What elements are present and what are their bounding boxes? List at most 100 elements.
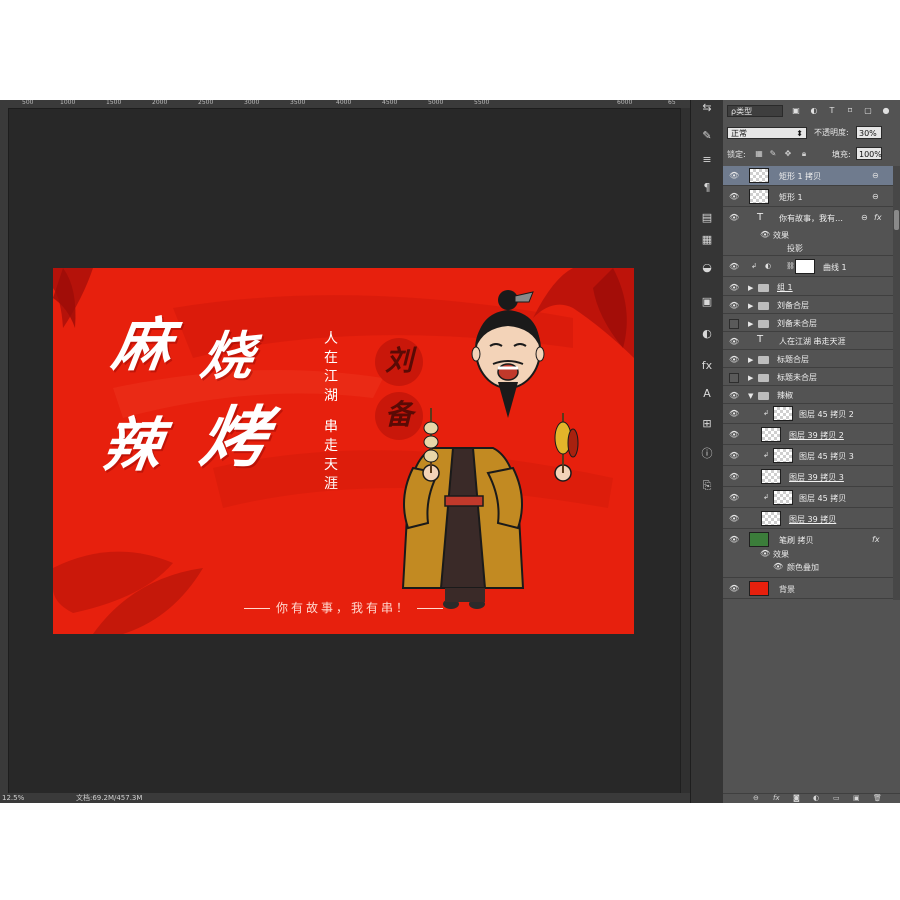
visibility-eye-icon[interactable]: 👁︎ [729, 409, 739, 419]
visibility-eye-icon[interactable]: 👁︎ [729, 535, 739, 545]
effects-eye-icon[interactable]: 👁︎ [760, 230, 770, 239]
layer-row[interactable]: 👁︎ 图层 39 拷贝 2 [723, 425, 893, 445]
color-icon[interactable]: ◒ [698, 260, 716, 276]
expand-arrow-icon[interactable]: ▶ [748, 356, 753, 364]
layer-row[interactable]: 👁︎ 图层 39 拷贝 [723, 509, 893, 529]
title-char-1: 麻 [108, 311, 176, 379]
layer-name: 笔刷 拷贝 [779, 536, 814, 545]
canvas-area[interactable]: 麻 烧 辣 烤 人在江湖 串走天涯 刘 备 你有故事，我有串！ [9, 109, 690, 793]
visibility-toggle[interactable] [729, 373, 739, 383]
visibility-eye-icon[interactable]: 👁︎ [729, 213, 739, 223]
visibility-eye-icon[interactable]: 👁︎ [729, 192, 739, 202]
link-icon[interactable]: ⊖ [753, 794, 759, 802]
navigator-icon[interactable]: ▣ [698, 294, 716, 310]
layer-row[interactable]: 👁︎ 矩形 1 ⊖ [723, 187, 893, 207]
visibility-eye-icon[interactable]: 👁︎ [729, 514, 739, 524]
visibility-eye-icon[interactable]: 👁︎ [729, 391, 739, 401]
lock-pixels-icon[interactable]: ✎ [768, 149, 778, 158]
history-icon[interactable]: ⇆ [698, 100, 716, 116]
visibility-toggle[interactable] [729, 319, 739, 329]
visibility-eye-icon[interactable]: 👁︎ [729, 493, 739, 503]
fx-icon[interactable]: fx [773, 794, 780, 802]
expand-arrow-icon[interactable]: ▶ [748, 302, 753, 310]
styles-icon[interactable]: fx [698, 358, 716, 374]
effects-eye-icon[interactable]: 👁︎ [760, 549, 770, 558]
layer-list[interactable]: 👁︎ 矩形 1 拷贝 ⊖ 👁︎ 矩形 1 ⊖ 👁︎ T 你有故事，我有… ⊖ f… [723, 166, 893, 600]
visibility-eye-icon[interactable]: 👁︎ [729, 171, 739, 181]
artwork-canvas[interactable]: 麻 烧 辣 烤 人在江湖 串走天涯 刘 备 你有故事，我有串！ [53, 268, 634, 634]
layer-row[interactable]: ▶ 刘备未合层 [723, 314, 893, 332]
lock-all-icon[interactable]: 🔒︎ [799, 149, 809, 159]
document-size[interactable]: 文档:69.2M/457.3M [76, 793, 142, 803]
visibility-eye-icon[interactable]: 👁︎ [729, 355, 739, 365]
new-layer-icon[interactable]: ▣ [853, 794, 860, 802]
character-icon[interactable]: ≡ [698, 152, 716, 168]
visibility-eye-icon[interactable]: 👁︎ [729, 451, 739, 461]
expand-arrow-icon[interactable]: ▶ [748, 284, 753, 292]
blend-mode-select[interactable]: 正常 ⬍ [727, 127, 807, 139]
filter-type-icon[interactable]: T [827, 106, 837, 116]
opacity-label: 不透明度: [814, 128, 849, 137]
transform-icon[interactable]: ⊞ [698, 416, 716, 432]
notes-icon[interactable]: ▤ [698, 210, 716, 226]
fx-icon: fx [872, 535, 880, 544]
layer-row[interactable]: 👁︎ ↲ 图层 45 拷贝 [723, 488, 893, 508]
layer-name: 图层 45 拷贝 3 [799, 452, 854, 461]
mask-icon[interactable]: ◙ [793, 794, 800, 802]
expand-arrow-icon[interactable]: ▶ [748, 320, 753, 328]
lock-transparency-icon[interactable]: ▦ [754, 149, 764, 158]
type-icon[interactable]: A [698, 386, 716, 402]
visibility-eye-icon[interactable]: 👁︎ [729, 301, 739, 311]
layer-row[interactable]: 👁︎ ▶ 刘备合层 [723, 296, 893, 314]
filter-smart-icon[interactable]: ▢ [863, 106, 873, 116]
layer-row[interactable]: 👁︎ ↲ ◐ ⛓ 曲线 1 [723, 257, 893, 277]
layer-row[interactable]: ▶ 标题未合层 [723, 368, 893, 386]
layers-scrollbar[interactable] [893, 166, 900, 600]
layer-row[interactable]: 👁︎ ↲ 图层 45 拷贝 3 [723, 446, 893, 466]
effects-eye-icon[interactable]: 👁︎ [773, 562, 783, 571]
adjustments-icon[interactable]: ◐ [698, 326, 716, 342]
layer-row[interactable]: 👁︎ 背景 [723, 579, 893, 599]
layer-filter-select[interactable]: ρ类型 [727, 105, 783, 117]
visibility-eye-icon[interactable]: 👁︎ [729, 283, 739, 293]
visibility-eye-icon[interactable]: 👁︎ [729, 472, 739, 482]
effect-color-overlay[interactable]: 颜色叠加 [787, 562, 819, 573]
filter-toggle-icon[interactable]: ● [881, 106, 891, 116]
fill-input[interactable]: 100% [856, 147, 882, 160]
layer-row[interactable]: 👁︎ ▶ 标题合层 [723, 350, 893, 368]
layer-row[interactable]: 👁︎ 图层 39 拷贝 3 [723, 467, 893, 487]
layer-row[interactable]: 👁︎ 矩形 1 拷贝 ⊖ [723, 166, 893, 186]
filter-pixel-icon[interactable]: ▣ [791, 106, 801, 116]
filter-adjustment-icon[interactable]: ◐ [809, 106, 819, 116]
layer-row[interactable]: 👁︎ ▼ 辣椒 [723, 386, 893, 404]
clip-arrow-icon: ↲ [763, 493, 769, 501]
layer-row[interactable]: 👁︎ ↲ 图层 45 拷贝 2 [723, 404, 893, 424]
layer-name: 图层 39 拷贝 2 [789, 431, 844, 440]
trash-icon[interactable]: 🗑︎ [873, 794, 882, 802]
swatches-icon[interactable]: ▦ [698, 232, 716, 248]
layer-row[interactable]: 👁︎ 笔刷 拷贝 fx 👁︎ 效果 👁︎ 颜色叠加 [723, 530, 893, 578]
visibility-eye-icon[interactable]: 👁︎ [729, 584, 739, 594]
effect-drop-shadow[interactable]: 投影 [787, 243, 803, 254]
visibility-eye-icon[interactable]: 👁︎ [729, 262, 739, 272]
lock-position-icon[interactable]: ✥ [783, 149, 793, 158]
paragraph-icon[interactable]: ¶ [698, 180, 716, 196]
brush-settings-icon[interactable]: ✎ [698, 128, 716, 144]
folder-icon[interactable]: ▭ [833, 794, 840, 802]
opacity-input[interactable]: 30% [856, 126, 882, 139]
expand-arrow-icon[interactable]: ▶ [748, 374, 753, 382]
visibility-eye-icon[interactable]: 👁︎ [729, 337, 739, 347]
adjustment-icon[interactable]: ◐ [813, 794, 819, 802]
layer-comps-icon[interactable]: ⎘ [698, 478, 716, 494]
visibility-eye-icon[interactable]: 👁︎ [729, 430, 739, 440]
info-icon[interactable]: ⓘ [698, 446, 716, 462]
collapse-arrow-icon[interactable]: ▼ [748, 392, 753, 400]
layer-row[interactable]: 👁︎ T 你有故事，我有… ⊖ fx 👁︎ 效果 投影 [723, 208, 893, 256]
layer-row[interactable]: 👁︎ ▶ 组 1 [723, 278, 893, 296]
filter-shape-icon[interactable]: ⌑ [845, 106, 855, 116]
zoom-level[interactable]: 12.5% [2, 793, 24, 803]
link-icon: ⊖ [861, 213, 868, 222]
status-bar: 12.5% 文档:69.2M/457.3M [0, 793, 690, 803]
layer-row[interactable]: 👁︎ T 人在江湖 串走天涯 [723, 332, 893, 350]
scrollbar-thumb[interactable] [894, 210, 899, 230]
